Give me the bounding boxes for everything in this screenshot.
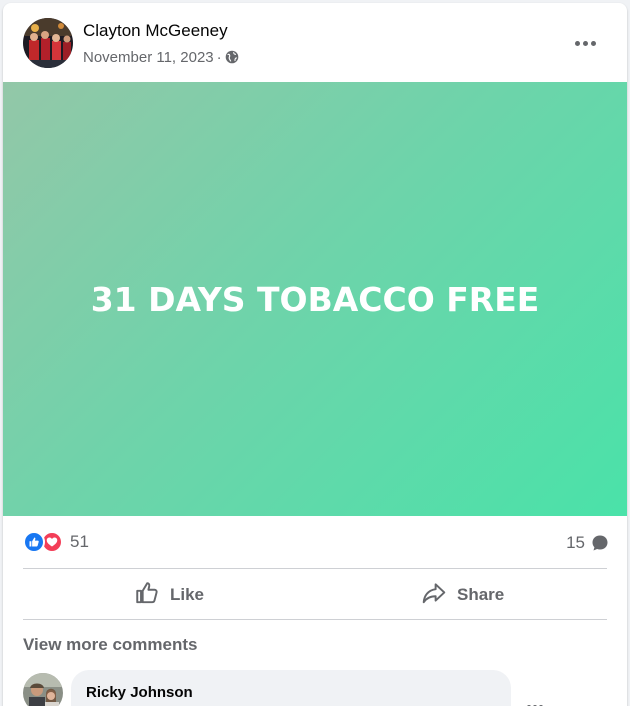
more-options-dot — [590, 40, 596, 46]
comment-bubble-icon — [591, 534, 609, 552]
post-date[interactable]: November 11, 2023 — [83, 49, 214, 66]
divider — [23, 568, 607, 569]
post-card: Clayton McGeeney November 11, 2023 · 31 … — [3, 3, 627, 706]
share-label: Share — [457, 585, 505, 604]
like-reaction-icon — [23, 531, 45, 553]
comment-count-link[interactable]: 15 — [566, 532, 609, 554]
view-more-comments-link[interactable]: View more comments — [23, 635, 197, 655]
reaction-count: 51 — [70, 532, 89, 551]
more-options-dot — [582, 40, 588, 46]
more-options-icon — [574, 40, 580, 46]
post-header: Clayton McGeeney November 11, 2023 · — [3, 3, 627, 83]
commenter-avatar[interactable] — [23, 673, 63, 706]
like-label: Like — [170, 585, 205, 604]
like-button[interactable]: Like — [134, 576, 204, 614]
banner-text: 31 DAYS TOBACCO FREE — [90, 279, 540, 319]
globe-icon[interactable] — [225, 50, 239, 64]
post-banner[interactable]: 31 DAYS TOBACCO FREE — [3, 82, 627, 516]
more-options-button[interactable] — [569, 27, 601, 59]
meta-separator: · — [216, 48, 222, 66]
comment-bubble: Ricky Johnson — [71, 670, 511, 706]
post-meta: November 11, 2023 · — [83, 48, 239, 66]
author-avatar[interactable] — [23, 18, 73, 68]
comment-more-options-button[interactable] — [521, 693, 549, 706]
share-arrow-icon — [421, 580, 447, 611]
divider — [23, 619, 607, 620]
comment-author[interactable]: Ricky Johnson — [86, 684, 193, 701]
comment-count: 15 — [566, 533, 585, 552]
thumbs-up-icon — [134, 580, 160, 611]
author-name[interactable]: Clayton McGeeney — [83, 21, 228, 41]
reactions-summary[interactable]: 51 — [23, 530, 89, 554]
share-button[interactable]: Share — [421, 576, 504, 614]
